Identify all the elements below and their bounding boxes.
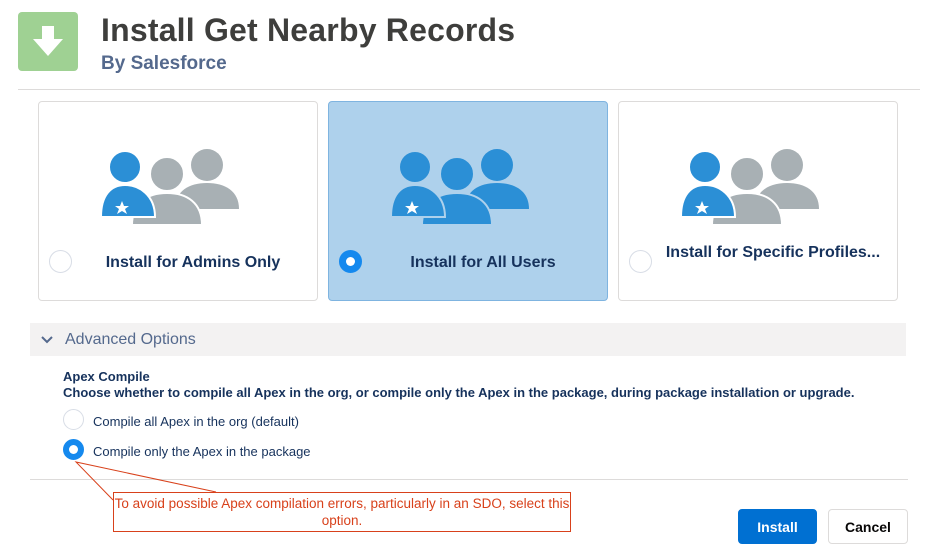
install-button[interactable]: Install <box>738 509 817 544</box>
footer-divider <box>30 479 908 480</box>
admins-only-label: Install for Admins Only <box>105 254 281 271</box>
users-all-highlighted-icon <box>389 149 529 226</box>
apex-compile-description: Choose whether to compile all Apex in th… <box>63 385 855 400</box>
install-option-admins-only[interactable]: Install for Admins Only <box>38 101 318 301</box>
compile-package-apex-radio[interactable] <box>63 439 84 460</box>
install-option-all-users[interactable]: Install for All Users <box>328 101 608 301</box>
specific-profiles-label: Install for Specific Profiles... <box>665 244 881 261</box>
callout-note: To avoid possible Apex compilation error… <box>113 492 571 532</box>
compile-package-apex-label[interactable]: Compile only the Apex in the package <box>93 444 311 459</box>
download-arrow-icon <box>33 26 63 56</box>
advanced-options-label: Advanced Options <box>65 331 196 348</box>
admins-only-radio[interactable] <box>49 250 72 273</box>
publisher-byline: By Salesforce <box>101 53 227 74</box>
compile-all-apex-label[interactable]: Compile all Apex in the org (default) <box>93 414 299 429</box>
chevron-down-icon <box>41 336 53 344</box>
cancel-button[interactable]: Cancel <box>828 509 908 544</box>
specific-profiles-radio[interactable] <box>629 250 652 273</box>
compile-all-apex-radio[interactable] <box>63 409 84 430</box>
apex-compile-heading: Apex Compile <box>63 369 150 384</box>
users-specific-icon <box>679 149 819 226</box>
users-admin-highlighted-icon <box>99 149 239 226</box>
header-divider <box>18 89 920 90</box>
page-title: Install Get Nearby Records <box>101 12 516 48</box>
all-users-radio[interactable] <box>339 250 362 273</box>
package-icon-tile <box>18 12 78 71</box>
advanced-options-toggle[interactable]: Advanced Options <box>30 323 906 356</box>
all-users-label: Install for All Users <box>410 254 556 271</box>
install-option-specific-profiles[interactable]: Install for Specific Profiles... <box>618 101 898 301</box>
